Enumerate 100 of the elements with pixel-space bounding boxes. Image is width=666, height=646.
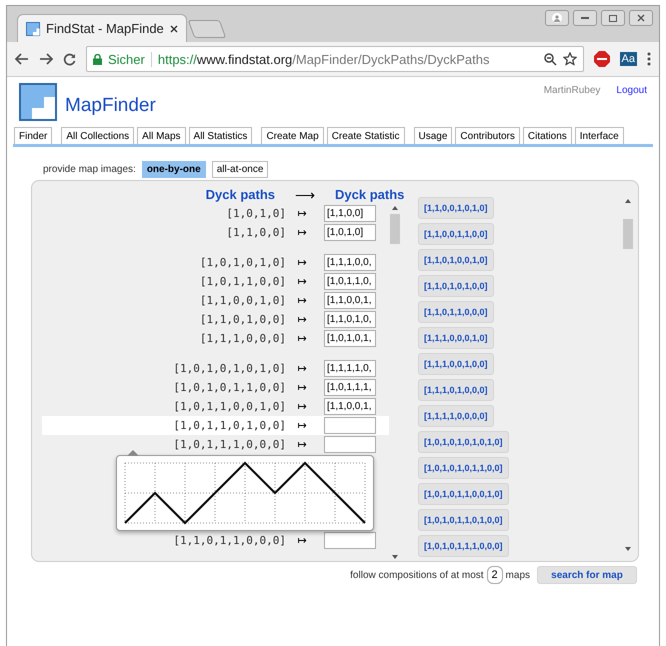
image-input-field[interactable]: [1,1,1,0,0, <box>324 254 376 271</box>
target-path-button[interactable]: [1,1,0,1,0,1,0,0] <box>418 275 494 297</box>
minimize-icon <box>581 17 589 19</box>
image-input-field[interactable]: [1,1,1,1,0, <box>324 360 376 377</box>
lock-icon <box>93 54 102 64</box>
maximize-button[interactable] <box>601 10 625 26</box>
image-input-field[interactable] <box>324 532 376 549</box>
nav-tab[interactable]: All Collections <box>61 127 134 144</box>
compositions-label: follow compositions of at most <box>350 570 484 580</box>
maximize-icon <box>609 14 617 22</box>
image-input-field[interactable]: [1,1,0,1,0, <box>324 311 376 328</box>
logout-link[interactable]: Logout <box>616 85 647 96</box>
nav-tab[interactable]: Finder <box>14 127 52 144</box>
target-path-button[interactable]: [1,1,0,0,1,1,0,0] <box>418 223 494 245</box>
maps-to-symbol: ↦ <box>296 400 308 413</box>
stop-sign-icon[interactable] <box>594 51 610 67</box>
person-icon <box>552 13 562 23</box>
maps-to-symbol: ↦ <box>296 362 308 375</box>
source-path: [1,0,1,1,0,0,1,0] <box>172 400 286 413</box>
browser-tab[interactable]: FindStat - MapFinde <box>17 14 187 42</box>
source-path: [1,0,1,0,1,0,1,0] <box>172 362 286 375</box>
source-path: [1,1,1,0,0,0] <box>198 332 286 345</box>
target-path-button[interactable]: [1,1,1,1,0,0,0,0] <box>418 405 494 427</box>
maps-to-symbol: ↦ <box>296 381 308 394</box>
target-path-button[interactable]: [1,1,0,0,1,0,1,0] <box>418 197 494 219</box>
image-input-field[interactable]: [1,0,1,0] <box>324 224 376 241</box>
scrollbar-thumb[interactable] <box>623 219 633 249</box>
minimize-button[interactable] <box>573 10 597 26</box>
scrollbar-thumb[interactable] <box>390 214 400 244</box>
scroll-down-icon[interactable] <box>624 545 632 553</box>
maps-to-symbol: ↦ <box>296 419 308 432</box>
image-input-field[interactable]: [1,1,0,0,1, <box>324 398 376 415</box>
image-input-field[interactable] <box>324 417 376 434</box>
target-path-button[interactable]: [1,1,1,0,1,0,0,0] <box>418 379 494 401</box>
nav-tab[interactable]: Create Statistic <box>326 127 404 144</box>
menu-icon[interactable] <box>647 52 651 66</box>
source-path: [1,0,1,1,0,1,0,0] <box>172 419 286 432</box>
target-header: Dyck paths <box>335 187 404 202</box>
nav-tab[interactable]: All Statistics <box>188 127 252 144</box>
source-path: [1,1,0,1,1,0,0,0] <box>172 534 286 547</box>
target-path-button[interactable]: [1,1,0,1,0,0,1,0] <box>418 249 494 271</box>
target-path-button[interactable]: [1,0,1,0,1,1,0,1,0,0] <box>418 509 509 531</box>
target-path-button[interactable]: [1,1,0,1,1,0,0,0] <box>418 301 494 323</box>
maps-label: maps <box>506 570 530 580</box>
image-input-field[interactable]: [1,0,1,1,1, <box>324 379 376 396</box>
nav-tab[interactable]: Usage <box>414 127 452 144</box>
nav-tab[interactable]: All Maps <box>137 127 186 144</box>
map-arrow: ⟶ <box>294 186 316 202</box>
count-field[interactable]: 2 <box>486 566 503 584</box>
maps-to-symbol: ↦ <box>296 438 308 451</box>
source-path: [1,0,1,0,1,1,0,0] <box>172 381 286 394</box>
target-path-button[interactable]: [1,0,1,0,1,1,0,0,1,0] <box>418 483 509 505</box>
profile-button[interactable] <box>545 10 569 26</box>
image-input-field[interactable] <box>324 436 376 453</box>
maps-to-symbol: ↦ <box>296 207 308 220</box>
image-input-field[interactable]: [1,0,1,0,1, <box>324 330 376 347</box>
site-icon <box>26 22 40 36</box>
zoom-icon[interactable] <box>544 52 557 66</box>
scroll-up-icon[interactable] <box>391 204 399 212</box>
image-mode-option[interactable]: all-at-once <box>212 161 268 178</box>
source-path: [1,1,0,0,1,0] <box>198 294 286 307</box>
source-path: [1,0,1,1,0,0] <box>198 275 286 288</box>
source-header: Dyck paths <box>204 187 275 202</box>
nav-tab[interactable]: Create Map <box>261 127 324 144</box>
maps-to-symbol: ↦ <box>296 534 308 547</box>
close-window-button[interactable] <box>629 10 653 26</box>
user-name: MartinRubey <box>544 85 600 96</box>
maps-to-symbol: ↦ <box>296 332 308 345</box>
maps-to-symbol: ↦ <box>296 275 308 288</box>
nav-tab[interactable]: Interface <box>574 127 624 144</box>
target-path-button[interactable]: [1,1,1,0,0,0,1,0] <box>418 327 494 349</box>
target-path-button[interactable]: [1,0,1,0,1,1,1,0,0,0] <box>418 535 509 557</box>
forward-icon[interactable] <box>39 53 53 65</box>
source-path: [1,1,0,0] <box>225 226 286 239</box>
target-path-button[interactable]: [1,1,1,0,0,1,0,0] <box>418 353 494 375</box>
close-icon[interactable] <box>170 24 178 32</box>
search-button[interactable]: search for map <box>537 566 637 584</box>
extension-button[interactable]: Aa <box>620 52 637 66</box>
image-input-field[interactable]: [1,1,0,0] <box>324 205 376 222</box>
page-title: MapFinder <box>65 95 157 117</box>
image-input-field[interactable]: [1,1,0,0,1, <box>324 292 376 309</box>
maps-to-symbol: ↦ <box>296 256 308 269</box>
target-path-button[interactable]: [1,0,1,0,1,0,1,0,1,0] <box>418 431 509 453</box>
logo-icon <box>19 83 57 121</box>
reload-icon[interactable] <box>63 52 76 66</box>
star-icon[interactable] <box>562 52 577 66</box>
source-path: [1,1,0,1,0,0] <box>198 313 286 326</box>
scroll-up-icon[interactable] <box>624 197 632 205</box>
target-path-button[interactable]: [1,0,1,0,1,0,1,1,0,0] <box>418 457 509 479</box>
scroll-down-icon[interactable] <box>391 553 399 561</box>
secure-label: Sicher <box>108 52 152 66</box>
back-icon[interactable] <box>15 53 29 65</box>
nav-tab[interactable]: Contributors <box>455 127 520 144</box>
image-input-field[interactable]: [1,0,1,1,0, <box>324 273 376 290</box>
nav-tab[interactable]: Citations <box>522 127 572 144</box>
image-mode-option[interactable]: one-by-one <box>142 161 206 178</box>
image-mode-label: provide map images: <box>43 164 136 175</box>
url-text: https://www.findstat.org/MapFinder/DyckPaths/DyckPaths <box>158 52 490 66</box>
address-bar[interactable]: Sicher https://www.findstat.org/MapFinder/DyckPaths/DyckPaths <box>86 46 584 72</box>
source-path: [1,0,1,0,1,0] <box>198 256 286 269</box>
